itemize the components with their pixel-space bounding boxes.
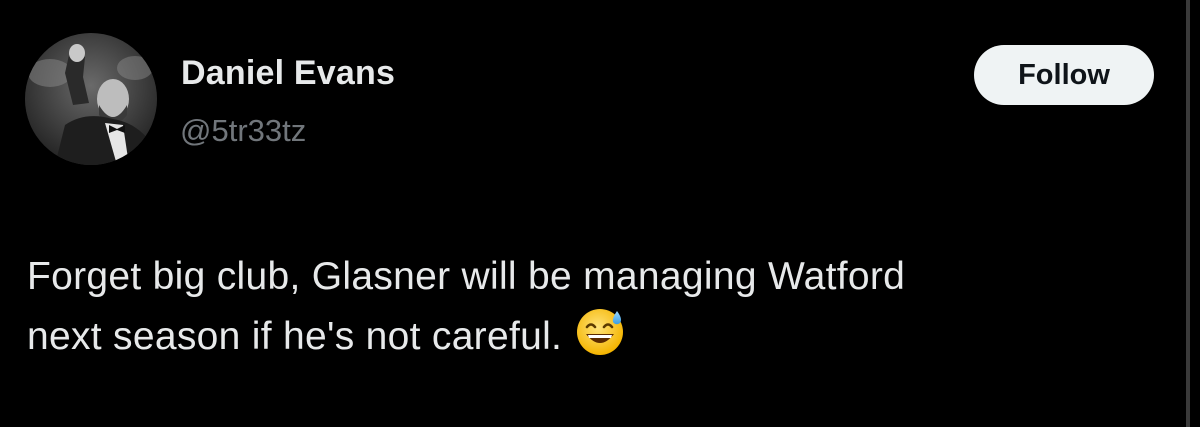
tweet-text-line-2-content: next season if he's not careful. [27, 315, 563, 358]
tweet-text-line-2: next season if he's not careful. [27, 305, 1157, 365]
tweet-text: Forget big club, Glasner will be managin… [27, 248, 1157, 365]
tweet-text-line-1: Forget big club, Glasner will be managin… [27, 255, 906, 298]
follow-button[interactable]: Follow [974, 45, 1154, 105]
avatar-photo-icon [25, 33, 157, 165]
author-name[interactable]: Daniel Evans [181, 54, 395, 93]
author-handle[interactable]: @5tr33tz [180, 113, 306, 149]
avatar[interactable] [25, 33, 157, 165]
tweet-card: Daniel Evans @5tr33tz Follow Forget big … [0, 0, 1200, 427]
scrollbar[interactable] [1186, 0, 1190, 427]
grinning-face-with-sweat-icon [577, 309, 624, 355]
